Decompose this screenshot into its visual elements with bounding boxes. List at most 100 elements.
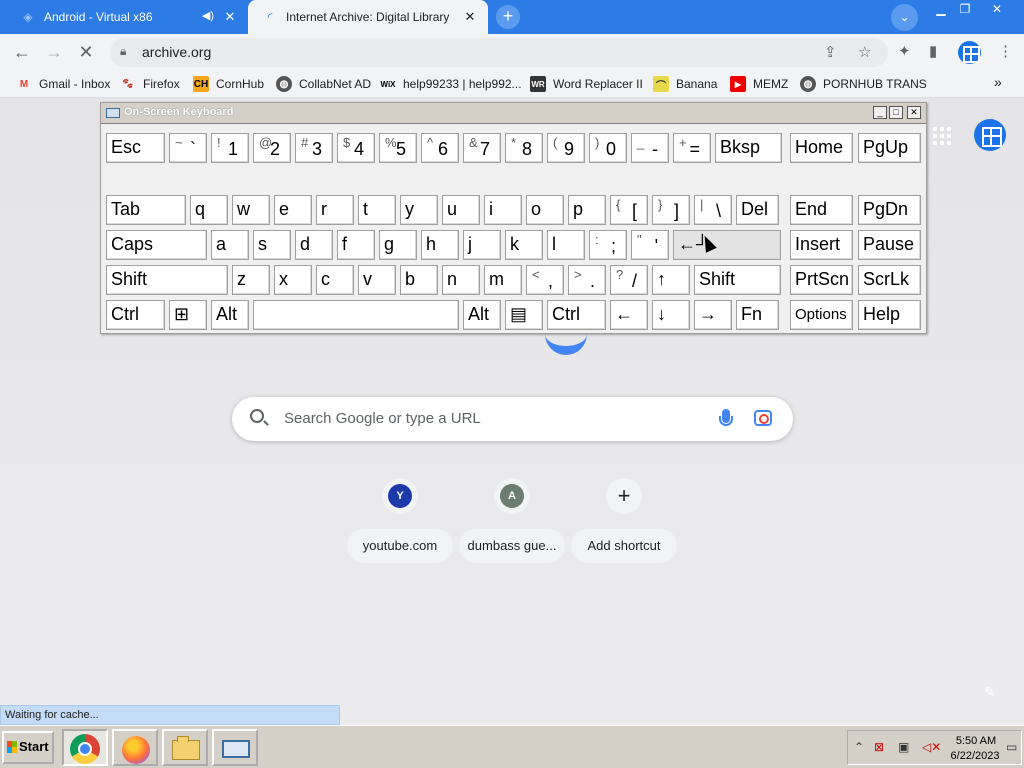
side-panel-icon[interactable]: ▮ bbox=[929, 42, 937, 60]
bookmark-help99233[interactable]: WiX help99233 | help992... bbox=[380, 76, 521, 92]
key-t[interactable]: t bbox=[358, 195, 396, 225]
osk-title-bar[interactable]: On-Screen Keyboard _ □ ✕ bbox=[101, 103, 926, 123]
search-input[interactable]: Search Google or type a URL bbox=[284, 410, 481, 427]
show-desktop-icon[interactable]: ▭ bbox=[1006, 740, 1017, 754]
key-del[interactable]: Del bbox=[736, 195, 779, 225]
shortcut-youtube[interactable]: Y youtube.com bbox=[347, 474, 453, 566]
key-q[interactable]: q bbox=[190, 195, 228, 225]
forward-icon[interactable]: → bbox=[42, 41, 66, 63]
key-pgdn[interactable]: PgDn bbox=[858, 195, 921, 225]
key-symbol[interactable]: >. bbox=[568, 265, 606, 295]
back-icon[interactable]: ← bbox=[10, 41, 34, 63]
key-n[interactable]: n bbox=[442, 265, 480, 295]
tab-internet-archive[interactable]: ◜ Internet Archive: Digital Library of F… bbox=[248, 0, 488, 34]
key-symbol[interactable]: " ' bbox=[631, 230, 669, 260]
taskbar-chrome[interactable] bbox=[62, 729, 108, 766]
key-alt[interactable]: Alt bbox=[463, 300, 501, 330]
speaker-icon[interactable]: ◀) bbox=[202, 9, 214, 22]
bookmark-cornhub[interactable]: CH CornHub bbox=[193, 76, 264, 92]
key-shift[interactable]: Shift bbox=[694, 265, 781, 295]
new-tab-button[interactable]: + bbox=[496, 5, 520, 29]
key-f[interactable]: f bbox=[337, 230, 375, 260]
tab-search-button[interactable]: ⌄ bbox=[891, 4, 918, 31]
key-p[interactable]: p bbox=[568, 195, 606, 225]
lock-icon[interactable]: 🔒︎ bbox=[120, 44, 126, 59]
key-help[interactable]: Help bbox=[858, 300, 921, 330]
google-lens-icon[interactable] bbox=[754, 410, 772, 426]
address-bar[interactable]: 🔒︎ archive.org ⇪ ☆ bbox=[110, 38, 888, 67]
key-symbol[interactable]: {[ bbox=[610, 195, 648, 225]
key-shift[interactable]: Shift bbox=[106, 265, 228, 295]
key-6[interactable]: ^ 6 bbox=[421, 133, 459, 163]
bookmark-pornhub-trans[interactable]: ◍ PORNHUB TRANS bbox=[800, 76, 927, 92]
key-space[interactable] bbox=[253, 300, 459, 330]
customize-pencil-icon[interactable]: ✎ bbox=[984, 684, 996, 701]
key-symbol[interactable]: ← bbox=[610, 300, 648, 330]
tab-android[interactable]: ◈ Android - Virtual x86 ◀) ✕ bbox=[0, 0, 248, 34]
key-i[interactable]: i bbox=[484, 195, 522, 225]
key-z[interactable]: z bbox=[232, 265, 270, 295]
key-symbol[interactable]: _ - bbox=[631, 133, 669, 163]
key-end[interactable]: End bbox=[790, 195, 853, 225]
key-insert[interactable]: Insert bbox=[790, 230, 853, 260]
key-w[interactable]: w bbox=[232, 195, 270, 225]
key-prtscn[interactable]: PrtScn bbox=[790, 265, 853, 295]
network-error-icon[interactable]: ⊠ bbox=[874, 740, 884, 754]
key-pgup[interactable]: PgUp bbox=[858, 133, 921, 163]
key-s[interactable]: s bbox=[253, 230, 291, 260]
key-symbol[interactable]: ←┘ bbox=[673, 230, 781, 260]
key-home[interactable]: Home bbox=[790, 133, 853, 163]
key-8[interactable]: * 8 bbox=[505, 133, 543, 163]
close-icon[interactable]: ✕ bbox=[907, 106, 921, 119]
bookmark-word-replacer[interactable]: WR Word Replacer II bbox=[530, 76, 643, 92]
bookmark-memz[interactable]: ▶ MEMZ bbox=[730, 76, 788, 92]
bookmark-banana[interactable]: ⌒ Banana bbox=[653, 76, 717, 92]
clock-date[interactable]: 6/22/2023 bbox=[947, 750, 1003, 762]
shortcut-dumbass[interactable]: A dumbass gue... bbox=[459, 474, 565, 566]
key-ctrl[interactable]: Ctrl bbox=[547, 300, 606, 330]
key-g[interactable]: g bbox=[379, 230, 417, 260]
stop-icon[interactable]: ✕ bbox=[74, 41, 98, 63]
taskbar-firefox[interactable] bbox=[112, 729, 158, 766]
key-x[interactable]: x bbox=[274, 265, 312, 295]
close-tab-icon[interactable]: ✕ bbox=[222, 9, 238, 25]
key-esc[interactable]: Esc bbox=[106, 133, 165, 163]
key-symbol[interactable]: ⊞ bbox=[169, 300, 207, 330]
show-hidden-icons[interactable]: ⌃ bbox=[854, 740, 864, 754]
key-symbol[interactable]: :; bbox=[589, 230, 627, 260]
key-c[interactable]: c bbox=[316, 265, 354, 295]
key-1[interactable]: ! 1 bbox=[211, 133, 249, 163]
key-options[interactable]: Options bbox=[790, 300, 853, 330]
minimize-icon[interactable]: _ bbox=[873, 106, 887, 119]
volume-muted-icon[interactable]: ◁✕ bbox=[922, 740, 941, 754]
close-window-icon[interactable]: ✕ bbox=[982, 2, 1012, 16]
key-b[interactable]: b bbox=[400, 265, 438, 295]
start-button[interactable]: Start bbox=[2, 731, 54, 764]
key-r[interactable]: r bbox=[316, 195, 354, 225]
key-k[interactable]: k bbox=[505, 230, 543, 260]
key-v[interactable]: v bbox=[358, 265, 396, 295]
key-3[interactable]: #3 bbox=[295, 133, 333, 163]
bookmark-star-icon[interactable]: ☆ bbox=[858, 43, 871, 61]
search-box[interactable]: Search Google or type a URL bbox=[232, 397, 793, 441]
key-u[interactable]: u bbox=[442, 195, 480, 225]
more-bookmarks-icon[interactable]: » bbox=[994, 74, 1002, 90]
clock-time[interactable]: 5:50 AM bbox=[954, 735, 998, 747]
maximize-icon[interactable]: □ bbox=[889, 106, 903, 119]
taskbar-osk[interactable] bbox=[212, 729, 258, 766]
key-caps[interactable]: Caps bbox=[106, 230, 207, 260]
key-7[interactable]: & 7 bbox=[463, 133, 501, 163]
profile-avatar[interactable] bbox=[974, 119, 1006, 151]
key-symbol[interactable]: → bbox=[694, 300, 732, 330]
key-l[interactable]: l bbox=[547, 230, 585, 260]
close-tab-icon[interactable]: ✕ bbox=[462, 9, 478, 25]
share-icon[interactable]: ⇪ bbox=[824, 43, 837, 61]
extensions-icon[interactable]: ✦ bbox=[898, 42, 911, 60]
key-2[interactable]: @2 bbox=[253, 133, 291, 163]
key-m[interactable]: m bbox=[484, 265, 522, 295]
profile-avatar[interactable] bbox=[958, 41, 981, 64]
bookmark-gmail[interactable]: M Gmail - Inbox bbox=[16, 76, 111, 92]
key-alt[interactable]: Alt bbox=[211, 300, 249, 330]
add-shortcut-button[interactable]: + Add shortcut bbox=[571, 474, 677, 566]
key-symbol[interactable]: ? / bbox=[610, 265, 648, 295]
